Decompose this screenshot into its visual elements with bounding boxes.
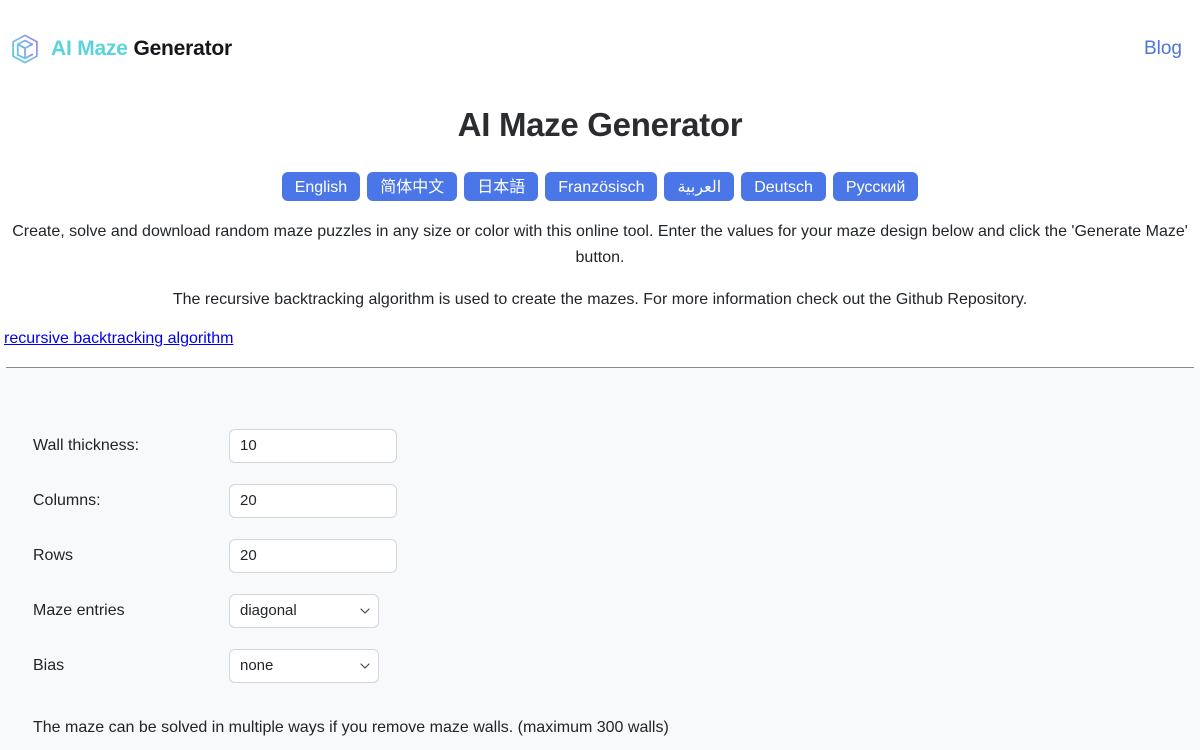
columns-input[interactable]: [229, 483, 397, 518]
form-row-rows: Rows: [33, 528, 1200, 583]
language-selector-bar: English 简体中文 日本語 Französisch العربية Deu…: [6, 172, 1194, 201]
nav-link-blog[interactable]: Blog: [1138, 34, 1188, 64]
lang-button-japanese[interactable]: 日本語: [464, 172, 539, 201]
maze-entries-select-wrap: diagonal: [229, 593, 379, 628]
brand-generator-text: Generator: [133, 36, 233, 60]
wall-thickness-input[interactable]: [229, 428, 397, 463]
brand-ai-text: AI Maze: [51, 36, 128, 60]
note-astar-search: The A* search algorithm is used to find …: [33, 741, 1200, 750]
algorithm-paragraph: The recursive backtracking algorithm is …: [172, 291, 1028, 308]
recursive-backtracking-link[interactable]: recursive backtracking algorithm: [4, 330, 233, 347]
form-row-bias: Bias none: [33, 638, 1200, 693]
intro-paragraph: Create, solve and download random maze p…: [12, 223, 1188, 266]
page-title: AI Maze Generator: [457, 106, 743, 143]
lang-button-simplified-chinese[interactable]: 简体中文: [367, 172, 458, 201]
hero-section: AI Maze Generator English 简体中文 日本語 Franz…: [0, 97, 1200, 368]
algorithm-link-row: recursive backtracking algorithm: [4, 313, 1194, 348]
lang-button-russian[interactable]: Русский: [832, 172, 919, 201]
top-navbar: AI Maze Generator Blog: [0, 0, 1200, 97]
bias-label: Bias: [33, 656, 65, 674]
form-row-columns: Columns:: [33, 473, 1200, 528]
form-row-maze-entries: Maze entries diagonal: [33, 583, 1200, 638]
columns-label: Columns:: [33, 491, 101, 509]
bias-select-wrap: none: [229, 648, 379, 683]
lang-button-german[interactable]: Deutsch: [741, 172, 826, 201]
wall-thickness-label: Wall thickness:: [33, 436, 140, 454]
lang-button-english[interactable]: English: [281, 172, 361, 201]
rows-input[interactable]: [229, 538, 397, 573]
brand-home-link[interactable]: AI Maze Generator: [8, 32, 232, 66]
lang-button-french[interactable]: Französisch: [545, 172, 658, 201]
maze-entries-label: Maze entries: [33, 601, 125, 619]
lang-button-arabic[interactable]: العربية: [664, 172, 735, 201]
maze-cube-logo-icon: [8, 32, 42, 66]
maze-options-form: Wall thickness: Columns: Rows Maze entri…: [0, 368, 1200, 750]
maze-entries-select[interactable]: diagonal: [229, 593, 379, 628]
note-remove-walls: The maze can be solved in multiple ways …: [33, 719, 669, 736]
bias-select[interactable]: none: [229, 648, 379, 683]
rows-label: Rows: [33, 546, 74, 564]
brand-wordmark: AI Maze Generator: [51, 37, 232, 61]
form-row-wall-thickness: Wall thickness:: [33, 418, 1200, 473]
